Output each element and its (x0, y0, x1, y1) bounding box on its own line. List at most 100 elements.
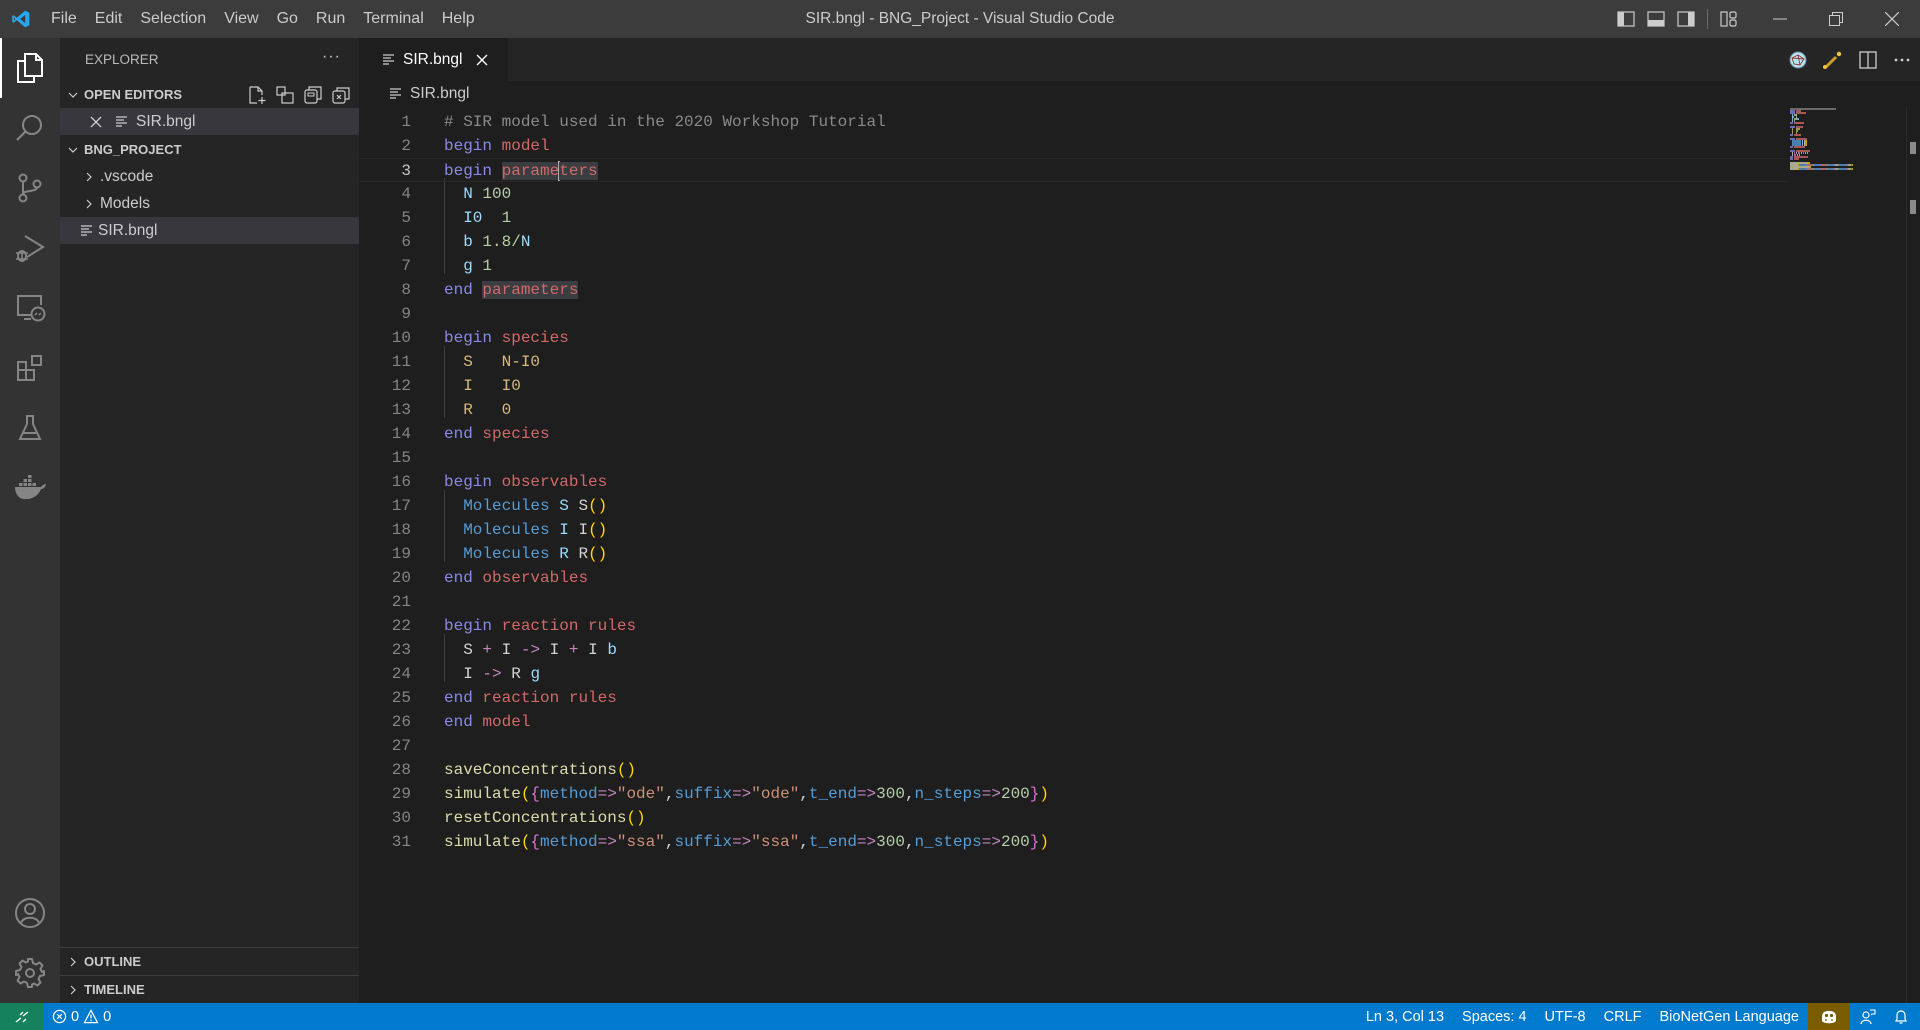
activity-search[interactable] (0, 98, 60, 158)
menu-file[interactable]: File (42, 0, 86, 38)
menu-go[interactable]: Go (268, 0, 307, 38)
code-token: begin (444, 329, 493, 347)
close-window-button[interactable] (1864, 0, 1920, 38)
open-editors-actions (247, 81, 351, 108)
code-line[interactable]: 24 I -> R g (359, 662, 1789, 686)
tree-item-vscode[interactable]: .vscode (60, 163, 359, 190)
code-editor[interactable]: 1 # SIR model used in the 2020 Workshop T… (359, 106, 1920, 1003)
code-line[interactable]: 25 end reaction rules (359, 686, 1789, 710)
menu-terminal[interactable]: Terminal (354, 0, 432, 38)
open-editor-item[interactable]: SIR.bngl (60, 108, 359, 135)
code-line[interactable]: 28 saveConcentrations() (359, 758, 1789, 782)
minimap[interactable] (1790, 106, 1905, 206)
code-line[interactable]: 5 I0 1 (359, 206, 1789, 230)
code-line[interactable]: 15 (359, 446, 1789, 470)
tree-item-sir-bngl[interactable]: SIR.bngl (60, 217, 359, 244)
code-line[interactable]: 19 Molecules R R() (359, 542, 1789, 566)
problems-indicator[interactable]: 0 0 (43, 1003, 120, 1030)
code-line[interactable]: 6 b 1.8/N (359, 230, 1789, 254)
code-line[interactable]: 4 N 100 (359, 182, 1789, 206)
timeline-header[interactable]: TIMELINE (60, 975, 359, 1003)
toggle-primary-sidebar-button[interactable] (1611, 0, 1641, 38)
code-token: I (588, 641, 598, 659)
close-editor-icon[interactable] (90, 116, 112, 128)
menu-edit[interactable]: Edit (86, 0, 132, 38)
split-editor-icon[interactable] (1858, 50, 1878, 70)
code-line[interactable]: 31 simulate({method=>"ssa",suffix=>"ssa",… (359, 830, 1789, 854)
code-token: R (511, 665, 521, 683)
customize-layout-button[interactable] (1714, 0, 1744, 38)
activity-explorer[interactable] (0, 38, 60, 98)
code-line[interactable]: 17 Molecules S S() (359, 494, 1789, 518)
toggle-secondary-sidebar-button[interactable] (1671, 0, 1701, 38)
code-line[interactable]: 26 end model (359, 710, 1789, 734)
new-file-icon[interactable] (247, 85, 267, 105)
tab-close-icon[interactable] (472, 50, 492, 70)
code-line[interactable]: 7 g 1 (359, 254, 1789, 278)
menu-view[interactable]: View (215, 0, 267, 38)
toggle-panel-button[interactable] (1641, 0, 1671, 38)
copilot-status[interactable] (1808, 1003, 1850, 1030)
menu-help[interactable]: Help (433, 0, 484, 38)
menu-selection[interactable]: Selection (131, 0, 215, 38)
activity-remote-explorer[interactable] (0, 278, 60, 338)
activity-testing[interactable] (0, 398, 60, 458)
save-all-icon[interactable] (303, 85, 323, 105)
more-actions-icon[interactable] (1892, 50, 1912, 70)
feedback-person-icon (1860, 1008, 1876, 1024)
code-line[interactable]: 13 R 0 (359, 398, 1789, 422)
activity-docker[interactable] (0, 458, 60, 518)
more-actions-icon[interactable]: ··· (322, 48, 341, 66)
activity-manage[interactable] (0, 943, 60, 1003)
code-line[interactable]: 29 simulate({method=>"ode",suffix=>"ode",… (359, 782, 1789, 806)
language-mode[interactable]: BioNetGen Language (1651, 1003, 1808, 1030)
magic-wand-icon[interactable] (1822, 50, 1844, 70)
open-editors-header[interactable]: OPEN EDITORS (60, 81, 359, 108)
code-line[interactable]: 11 S N-I0 (359, 350, 1789, 374)
code-line[interactable]: 1 # SIR model used in the 2020 Workshop T… (359, 110, 1789, 134)
cursor-position[interactable]: Ln 3, Col 13 (1357, 1003, 1453, 1030)
code-line[interactable]: 30 resetConcentrations() (359, 806, 1789, 830)
activity-run-debug[interactable] (0, 218, 60, 278)
code-line[interactable]: 18 Molecules I I() (359, 518, 1789, 542)
indentation[interactable]: Spaces: 4 (1453, 1003, 1536, 1030)
tab-sir-bngl[interactable]: SIR.bngl (359, 38, 508, 81)
activity-accounts[interactable] (0, 883, 60, 943)
new-folder-group-icon[interactable] (275, 85, 295, 105)
open-editors-label: OPEN EDITORS (84, 87, 183, 102)
encoding[interactable]: UTF-8 (1536, 1003, 1595, 1030)
code-line[interactable]: 16 begin observables (359, 470, 1789, 494)
code-line[interactable]: 9 (359, 302, 1789, 326)
restore-button[interactable] (1808, 0, 1864, 38)
activity-extensions[interactable] (0, 338, 60, 398)
code-line[interactable]: 22 begin reaction rules (359, 614, 1789, 638)
code-line[interactable]: 20 end observables (359, 566, 1789, 590)
notifications-button[interactable] (1886, 1003, 1920, 1030)
code-line[interactable]: 3 begin parameters (359, 158, 1789, 182)
code-line[interactable]: 21 (359, 590, 1789, 614)
close-all-icon[interactable] (331, 85, 351, 105)
activity-source-control[interactable] (0, 158, 60, 218)
breadcrumb-file[interactable]: SIR.bngl (410, 85, 469, 103)
code-line[interactable]: 12 I I0 (359, 374, 1789, 398)
network-globe-icon[interactable] (1788, 50, 1808, 70)
vertical-scrollbar[interactable] (1906, 106, 1920, 1003)
feedback-button[interactable] (1850, 1003, 1886, 1030)
tree-item-models[interactable]: Models (60, 190, 359, 217)
remote-indicator[interactable] (0, 1003, 43, 1030)
menu-run[interactable]: Run (307, 0, 354, 38)
code-line[interactable]: 27 (359, 734, 1789, 758)
minimize-button[interactable] (1752, 0, 1808, 38)
project-header[interactable]: BNG_PROJECT (60, 136, 359, 163)
code-line[interactable]: 14 end species (359, 422, 1789, 446)
code-line[interactable]: 10 begin species (359, 326, 1789, 350)
code-token: I (578, 521, 589, 539)
outline-header[interactable]: OUTLINE (60, 947, 359, 975)
code-token: ( (520, 833, 531, 851)
code-line[interactable]: 8 end parameters (359, 278, 1789, 302)
end-of-line[interactable]: CRLF (1595, 1003, 1651, 1030)
code-line[interactable]: 2 begin model (359, 134, 1789, 158)
code-line[interactable]: 23 S + I -> I + I b (359, 638, 1789, 662)
